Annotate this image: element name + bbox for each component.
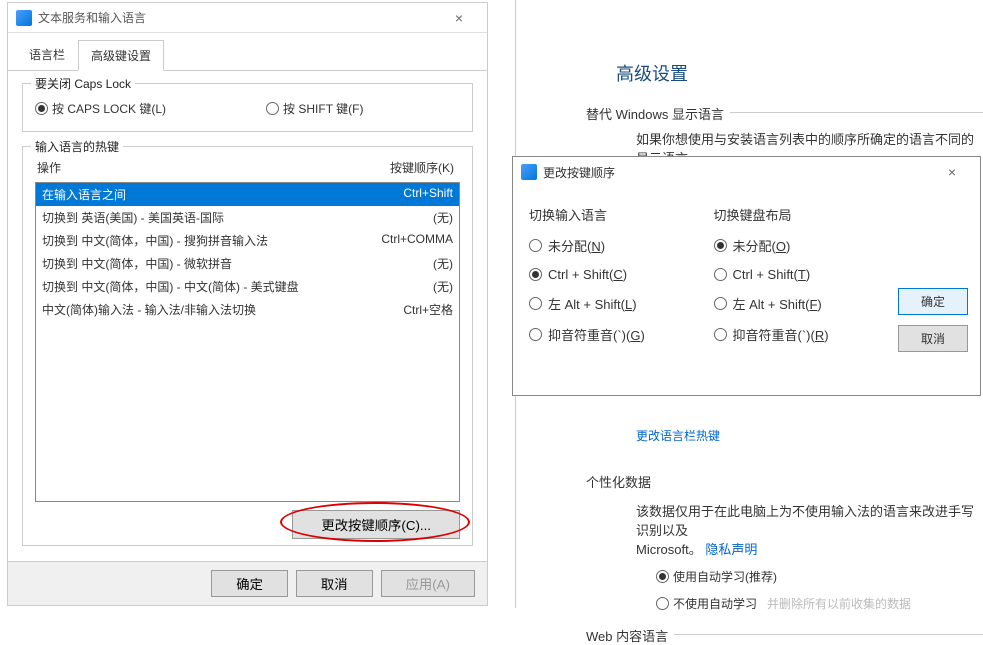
radio-ctrl-shift[interactable]: Ctrl + Shift(C) [529, 267, 706, 282]
row-key: (无) [433, 209, 453, 226]
row-key: Ctrl+空格 [403, 301, 453, 318]
radio-icon [529, 328, 542, 341]
radio-icon [529, 297, 542, 310]
list-item[interactable]: 切换到 中文(简体，中国) - 搜狗拼音输入法 Ctrl+COMMA [36, 229, 459, 252]
radio-icon [714, 297, 727, 310]
hotkey-list[interactable]: 在输入语言之间 Ctrl+Shift 切换到 英语(美国) - 美国英语-国际 … [35, 182, 460, 502]
text-services-dialog: 文本服务和输入语言 × 语言栏 高级键设置 要关闭 Caps Lock 按 CA… [7, 2, 488, 606]
row-key: Ctrl+COMMA [381, 232, 453, 249]
radio-icon [656, 597, 669, 610]
cancel-button[interactable]: 取消 [898, 325, 968, 352]
section-override-language: 替代 Windows 显示语言 [586, 112, 983, 113]
caps-lock-group: 要关闭 Caps Lock 按 CAPS LOCK 键(L) 按 SHIFT 键… [22, 83, 473, 132]
cancel-button[interactable]: 取消 [296, 570, 373, 597]
sub-title: 更改按键顺序 [543, 164, 932, 181]
radio-icon [714, 268, 727, 281]
tabs: 语言栏 高级键设置 [8, 33, 487, 71]
radio-icon [266, 102, 279, 115]
change-key-sequence-dialog: 更改按键顺序 × 切换输入语言 未分配(N) Ctrl + Shift(C) 左… [512, 156, 981, 396]
col-title: 切换输入语言 [529, 205, 706, 224]
switch-keyboard-layout-column: 切换键盘布局 未分配(O) Ctrl + Shift(T) 左 Alt + Sh… [714, 205, 891, 356]
radio-alt-shift[interactable]: 左 Alt + Shift(L) [529, 294, 706, 313]
radio-shift[interactable]: 按 SHIFT 键(F) [266, 100, 363, 117]
row-key: Ctrl+Shift [403, 186, 453, 203]
radio-label: 使用自动学习(推荐) [673, 568, 777, 585]
row-action: 切换到 英语(美国) - 美国英语-国际 [42, 209, 224, 226]
section-label: Web 内容语言 [586, 626, 674, 645]
sub-titlebar: 更改按键顺序 × [513, 157, 980, 187]
change-key-sequence-button[interactable]: 更改按键顺序(C)... [292, 510, 460, 539]
apply-button[interactable]: 应用(A) [381, 570, 475, 597]
radio-not-assigned[interactable]: 未分配(N) [529, 236, 706, 255]
radio-alt-shift[interactable]: 左 Alt + Shift(F) [714, 294, 891, 313]
row-action: 切换到 中文(简体，中国) - 微软拼音 [42, 255, 232, 272]
radio-shift-label: 按 SHIFT 键(F) [283, 100, 363, 117]
section-web-language: Web 内容语言 [586, 634, 983, 635]
row-action: 切换到 中文(简体，中国) - 中文(简体) - 美式键盘 [42, 278, 299, 295]
section-personal-data: 个性化数据 [516, 444, 983, 491]
row-key: (无) [433, 255, 453, 272]
radio-grave-accent[interactable]: 抑音符重音(`)(G) [529, 325, 706, 344]
radio-icon [529, 239, 542, 252]
switch-input-language-column: 切换输入语言 未分配(N) Ctrl + Shift(C) 左 Alt + Sh… [529, 205, 706, 356]
radio-ctrl-shift[interactable]: Ctrl + Shift(T) [714, 267, 891, 282]
keyboard-icon [521, 164, 537, 180]
sub-button-column: 确定 取消 [898, 205, 968, 356]
ok-button[interactable]: 确定 [211, 570, 288, 597]
radio-autolearn-off[interactable]: 不使用自动学习 并删除所有以前收集的数据 [656, 595, 983, 612]
radio-icon [35, 102, 48, 115]
tab-advanced-keys[interactable]: 高级键设置 [78, 40, 164, 71]
radio-label: 不使用自动学习 [673, 595, 757, 612]
radio-icon [656, 570, 669, 583]
radio-icon [714, 328, 727, 341]
dialog-body: 要关闭 Caps Lock 按 CAPS LOCK 键(L) 按 SHIFT 键… [8, 71, 487, 572]
radio-not-assigned[interactable]: 未分配(O) [714, 236, 891, 255]
list-item[interactable]: 中文(简体)输入法 - 输入法/非输入法切换 Ctrl+空格 [36, 298, 459, 321]
col-action: 操作 [37, 159, 61, 176]
radio-autolearn-on[interactable]: 使用自动学习(推荐) [656, 568, 983, 585]
list-item[interactable]: 切换到 中文(简体，中国) - 中文(简体) - 美式键盘 (无) [36, 275, 459, 298]
hotkey-group: 输入语言的热键 操作 按键顺序(K) 在输入语言之间 Ctrl+Shift 切换… [22, 146, 473, 546]
radio-icon [714, 239, 727, 252]
col-title: 切换键盘布局 [714, 205, 891, 224]
section-label: 替代 Windows 显示语言 [586, 104, 730, 123]
caps-group-title: 要关闭 Caps Lock [31, 75, 135, 92]
list-item[interactable]: 切换到 英语(美国) - 美国英语-国际 (无) [36, 206, 459, 229]
row-action: 中文(简体)输入法 - 输入法/非输入法切换 [42, 301, 256, 318]
tab-language-bar[interactable]: 语言栏 [16, 39, 78, 70]
radio-capslock-label: 按 CAPS LOCK 键(L) [52, 100, 166, 117]
close-icon[interactable]: × [932, 164, 972, 180]
row-key: (无) [433, 278, 453, 295]
radio-note: 并删除所有以前收集的数据 [767, 595, 911, 612]
privacy-link[interactable]: 隐私声明 [705, 542, 757, 557]
row-action: 在输入语言之间 [42, 186, 126, 203]
row-action: 切换到 中文(简体，中国) - 搜狗拼音输入法 [42, 232, 268, 249]
main-title: 文本服务和输入语言 [38, 9, 439, 26]
close-icon[interactable]: × [439, 10, 479, 26]
hotkey-group-title: 输入语言的热键 [31, 138, 123, 155]
main-titlebar: 文本服务和输入语言 × [8, 3, 487, 33]
change-langbar-hotkey-link[interactable]: 更改语言栏热键 [636, 429, 720, 443]
list-item[interactable]: 在输入语言之间 Ctrl+Shift [36, 183, 459, 206]
dialog-footer: 确定 取消 应用(A) [8, 561, 487, 605]
radio-icon [529, 268, 542, 281]
ok-button[interactable]: 确定 [898, 288, 968, 315]
radio-grave-accent[interactable]: 抑音符重音(`)(R) [714, 325, 891, 344]
radio-capslock[interactable]: 按 CAPS LOCK 键(L) [35, 100, 166, 117]
page-heading: 高级设置 [516, 20, 983, 104]
col-key: 按键顺序(K) [390, 159, 454, 176]
section-text: 该数据仅用于在此电脑上为不使用输入法的语言来改进手写识别以及 Microsoft… [516, 491, 983, 558]
keyboard-icon [16, 10, 32, 26]
list-item[interactable]: 切换到 中文(简体，中国) - 微软拼音 (无) [36, 252, 459, 275]
